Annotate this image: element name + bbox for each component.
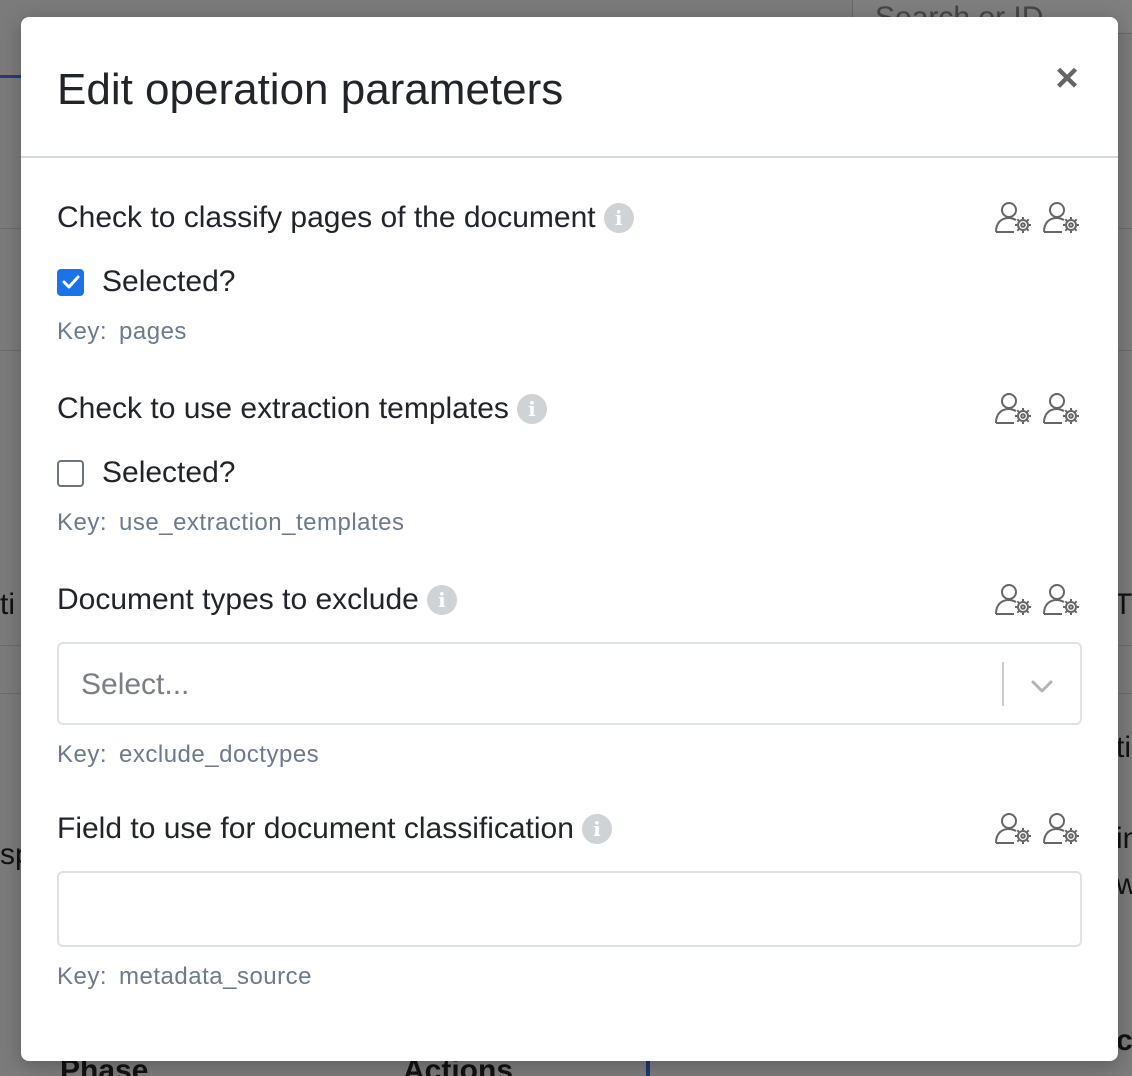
override-icons [994, 389, 1082, 429]
user-gear-icon[interactable] [1042, 389, 1082, 429]
checkbox-label[interactable]: Selected? [102, 456, 235, 490]
field-key: Key: pages [57, 318, 1082, 346]
checkmark-icon [62, 275, 79, 289]
key-label: Key: [57, 509, 108, 536]
info-icon[interactable]: i [516, 394, 547, 424]
field-label: Document types to exclude [57, 583, 419, 616]
info-icon[interactable]: i [603, 203, 634, 233]
select-placeholder: Select... [81, 668, 190, 701]
field-extraction-templates: Check to use extraction templates i Selec… [57, 389, 1082, 537]
field-label-row: Check to use extraction templates i [57, 389, 1082, 429]
user-gear-icon[interactable] [994, 580, 1034, 620]
user-gear-icon[interactable] [994, 198, 1034, 238]
key-label: Key: [57, 741, 108, 768]
user-gear-icon[interactable] [994, 809, 1034, 849]
key-value: exclude_doctypes [119, 741, 320, 768]
modal-title: Edit operation parameters [57, 65, 564, 114]
field-exclude-doctypes: Document types to exclude i Select... Key… [57, 580, 1082, 769]
key-value: use_extraction_templates [119, 509, 405, 536]
field-key: Key: use_extraction_templates [57, 509, 1082, 537]
field-label: Check to use extraction templates [57, 392, 509, 425]
field-key: Key: metadata_source [57, 963, 1082, 991]
user-gear-icon[interactable] [994, 389, 1034, 429]
key-value: pages [119, 318, 187, 345]
chevron-down-icon[interactable] [1028, 672, 1056, 700]
field-key: Key: exclude_doctypes [57, 741, 1082, 769]
override-icons [994, 809, 1082, 849]
doctypes-select[interactable]: Select... [57, 642, 1082, 725]
edit-parameters-modal: Edit operation parameters × Check to cla… [21, 17, 1118, 1061]
field-label-row: Field to use for document classification… [57, 809, 1082, 849]
user-gear-icon[interactable] [1042, 198, 1082, 238]
field-classify-pages: Check to classify pages of the document i… [57, 198, 1082, 346]
classify-pages-checkbox[interactable] [57, 268, 84, 296]
user-gear-icon[interactable] [1042, 580, 1082, 620]
info-icon[interactable]: i [426, 585, 457, 615]
metadata-source-input[interactable] [57, 871, 1082, 947]
field-label-row: Document types to exclude i [57, 580, 1082, 620]
override-icons [994, 198, 1082, 238]
override-icons [994, 580, 1082, 620]
key-value: metadata_source [119, 963, 312, 990]
checkbox-row: Selected? [57, 262, 1082, 302]
info-icon[interactable]: i [581, 814, 612, 844]
field-label: Check to classify pages of the document [57, 201, 596, 234]
checkbox-label[interactable]: Selected? [102, 265, 235, 299]
user-gear-icon[interactable] [1042, 809, 1082, 849]
key-label: Key: [57, 963, 108, 990]
modal-header: Edit operation parameters × [21, 17, 1118, 158]
extraction-templates-checkbox[interactable] [57, 459, 84, 487]
field-label: Field to use for document classification [57, 812, 574, 845]
field-metadata-source: Field to use for document classification… [57, 809, 1082, 991]
field-label-row: Check to classify pages of the document i [57, 198, 1082, 238]
select-separator [1002, 662, 1004, 706]
key-label: Key: [57, 318, 108, 345]
checkbox-row: Selected? [57, 453, 1082, 493]
close-icon[interactable]: × [1052, 58, 1082, 98]
